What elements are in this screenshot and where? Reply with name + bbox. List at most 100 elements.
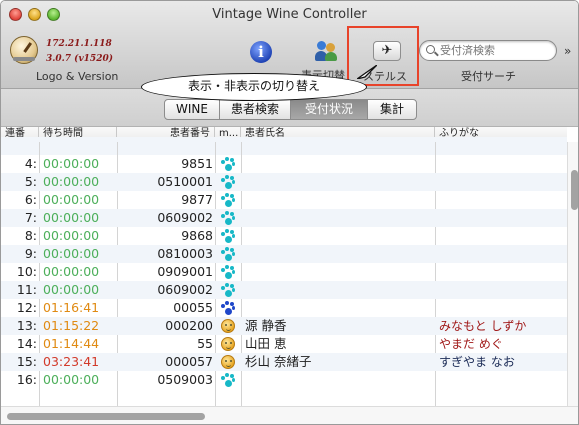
table-row[interactable]: 9: 00:00:00 0810003 xyxy=(1,245,567,263)
status-mark xyxy=(217,227,239,245)
face-icon xyxy=(221,355,235,369)
paw-icon xyxy=(220,246,236,262)
status-mark xyxy=(217,371,239,389)
search-field[interactable] xyxy=(419,40,557,61)
patient-name xyxy=(245,155,431,173)
paw-icon xyxy=(220,228,236,244)
patient-name xyxy=(245,281,431,299)
wait-time: 00:00:00 xyxy=(43,174,100,189)
status-mark xyxy=(217,173,239,191)
paw-icon xyxy=(220,264,236,280)
patient-id: 9851 xyxy=(181,156,213,171)
table-row[interactable]: 8: 00:00:00 9868 xyxy=(1,227,567,245)
reception-table: 連番 待ち時間 患者番号 m... 患者氏名 ふりがな 4: 00:00:00 98… xyxy=(1,127,567,406)
vertical-scrollbar[interactable] xyxy=(567,142,578,406)
status-mark xyxy=(217,281,239,299)
wait-time: 00:00:00 xyxy=(43,192,100,207)
paw-icon xyxy=(220,192,236,208)
patient-name xyxy=(245,209,431,227)
patient-furigana xyxy=(439,209,565,227)
search-label: 受付サーチ xyxy=(461,70,516,83)
patient-id: 9877 xyxy=(181,192,213,207)
patient-furigana: やまだ めぐ xyxy=(439,337,503,351)
face-icon xyxy=(221,319,235,333)
patient-furigana: すぎやま なお xyxy=(439,355,515,369)
callout-tail xyxy=(357,65,377,79)
status-mark xyxy=(217,155,239,173)
wait-time: 00:00:00 xyxy=(43,228,100,243)
row-number: 16: xyxy=(16,372,37,387)
wait-time: 01:16:41 xyxy=(43,300,100,315)
paw-icon xyxy=(220,372,236,388)
table-row[interactable]: 16: 00:00:00 0509003 xyxy=(1,371,567,389)
patient-furigana xyxy=(439,173,565,191)
search-icon xyxy=(426,45,435,54)
wait-time: 03:23:41 xyxy=(43,354,100,369)
logo-version-label: Logo & Version xyxy=(36,70,119,83)
patient-id: 00055 xyxy=(173,300,213,315)
patient-name xyxy=(245,227,431,245)
tab-wine[interactable]: WINE xyxy=(164,99,220,120)
wait-time: 00:00:00 xyxy=(43,282,100,297)
toolbar-overflow-icon[interactable]: » xyxy=(564,44,571,58)
patient-name xyxy=(245,371,431,389)
row-number: 15: xyxy=(16,354,37,369)
table-row[interactable]: 13: 01:15:22 000200 源 静香 みなもと しずか xyxy=(1,317,567,335)
row-number: 6: xyxy=(24,192,37,207)
table-row[interactable]: 15: 03:23:41 000057 杉山 奈緒子 すぎやま なお xyxy=(1,353,567,371)
patient-furigana xyxy=(439,227,565,245)
patient-id: 0609002 xyxy=(157,210,213,225)
table-row[interactable]: 14: 01:14:44 55 山田 恵 やまだ めぐ xyxy=(1,335,567,353)
server-ip: 172.21.1.118 xyxy=(46,39,112,49)
patient-furigana xyxy=(439,191,565,209)
table-row[interactable]: 10: 00:00:00 0909001 xyxy=(1,263,567,281)
tab-summary[interactable]: 集計 xyxy=(367,99,417,120)
app-window: Vintage Wine Controller 172.21.1.118 3.0… xyxy=(0,0,579,425)
wait-time: 01:15:22 xyxy=(43,318,100,333)
table-row[interactable]: 12: 01:16:41 00055 xyxy=(1,299,567,317)
paw-icon xyxy=(220,210,236,226)
status-mark xyxy=(217,245,239,263)
table-row-partial[interactable] xyxy=(1,137,567,155)
patient-name xyxy=(245,299,431,317)
tab-patient-search[interactable]: 患者検索 xyxy=(219,99,291,120)
patient-id: 0510001 xyxy=(157,174,213,189)
row-number: 4: xyxy=(24,156,37,171)
search-input[interactable] xyxy=(440,43,552,58)
callout-balloon: 表示・非表示の切り替え xyxy=(141,73,367,101)
wait-time: 01:14:44 xyxy=(43,336,100,351)
app-version: 3.0.7 (v1520) xyxy=(46,54,113,64)
row-number: 12: xyxy=(16,300,37,315)
patient-furigana xyxy=(439,299,565,317)
tab-reception-status[interactable]: 受付状況 xyxy=(290,99,368,120)
status-mark xyxy=(217,263,239,281)
patient-name: 源 静香 xyxy=(245,318,287,333)
horizontal-scroll-thumb[interactable] xyxy=(7,413,205,420)
patient-furigana xyxy=(439,263,565,281)
wait-time: 00:00:00 xyxy=(43,264,100,279)
patient-name xyxy=(245,263,431,281)
row-number: 13: xyxy=(16,318,37,333)
patient-name xyxy=(245,245,431,263)
patient-furigana xyxy=(439,371,565,389)
table-row[interactable]: 6: 00:00:00 9877 xyxy=(1,191,567,209)
row-number: 14: xyxy=(16,336,37,351)
info-icon[interactable]: i xyxy=(250,41,272,63)
vertical-scroll-thumb[interactable] xyxy=(571,170,578,210)
patient-id: 0909001 xyxy=(157,264,213,279)
horizontal-scrollbar[interactable] xyxy=(1,406,578,424)
status-mark xyxy=(217,191,239,209)
table-row[interactable]: 4: 00:00:00 9851 xyxy=(1,155,567,173)
status-mark xyxy=(217,209,239,227)
paw-icon xyxy=(220,174,236,190)
table-row[interactable]: 7: 00:00:00 0609002 xyxy=(1,209,567,227)
patient-id: 9868 xyxy=(181,228,213,243)
stealth-button[interactable]: ✈ xyxy=(373,41,401,61)
patient-furigana xyxy=(439,281,565,299)
table-row[interactable]: 11: 00:00:00 0609002 xyxy=(1,281,567,299)
patient-id: 000057 xyxy=(165,354,213,369)
face-icon xyxy=(221,337,235,351)
logo-icon[interactable] xyxy=(10,36,38,64)
people-group-icon[interactable] xyxy=(314,39,338,63)
table-row[interactable]: 5: 00:00:00 0510001 xyxy=(1,173,567,191)
